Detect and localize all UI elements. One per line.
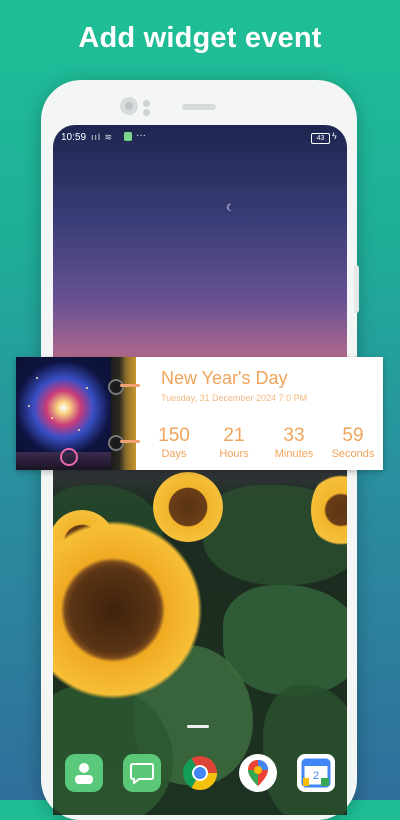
countdown-label: Seconds <box>331 448 375 460</box>
headline: Add widget event <box>78 22 322 54</box>
binder-ring-bar <box>120 384 140 387</box>
countdown-value: 33 <box>283 425 305 446</box>
sensor <box>143 100 150 107</box>
charging-icon: ϟ <box>332 131 337 141</box>
countdown-seconds: 59 Seconds <box>323 425 383 461</box>
spark <box>36 377 38 379</box>
event-widget[interactable]: New Year's Day Tuesday, 31 December 2024… <box>16 357 383 470</box>
spark <box>86 387 88 389</box>
event-title: New Year's Day <box>161 368 288 388</box>
calendar-day: 2 <box>313 770 319 782</box>
spark <box>28 405 30 407</box>
messages-glyph <box>130 763 154 784</box>
front-camera <box>120 97 138 115</box>
home-handle[interactable] <box>187 725 209 728</box>
countdown-value: 21 <box>223 425 245 446</box>
binder-ring <box>108 435 124 451</box>
calendar-glyph: 2 <box>301 758 331 788</box>
binder-ring <box>108 379 124 395</box>
countdown-label: Days <box>161 448 187 460</box>
binder-ring-bar <box>120 440 140 443</box>
notification-app-icon <box>124 132 132 141</box>
spark <box>78 429 80 431</box>
calendar-icon[interactable]: 2 <box>297 754 335 792</box>
sensor <box>143 109 150 116</box>
more-notifications-icon: ··· <box>136 130 146 141</box>
chrome-glyph <box>183 756 217 790</box>
phone-side-button <box>354 265 359 313</box>
signal-wifi-icon: ııl ≋ <box>91 132 114 142</box>
maps-glyph <box>248 760 268 786</box>
fireworks-photo <box>16 357 111 470</box>
ferris-wheel <box>60 448 78 466</box>
maps-icon[interactable] <box>239 754 277 792</box>
contacts-glyph <box>75 763 93 784</box>
countdown-label: Hours <box>219 448 249 460</box>
battery-icon: 43 <box>311 133 330 144</box>
contacts-icon[interactable] <box>65 754 103 792</box>
binder-strip <box>111 357 136 470</box>
chrome-icon[interactable] <box>181 754 219 792</box>
countdown-label: Minutes <box>274 448 314 460</box>
speaker <box>182 104 216 110</box>
status-bar: 10:59 ııl ≋ ··· 43 ϟ <box>53 125 347 149</box>
countdown-hours: 21 Hours <box>204 425 264 461</box>
status-time: 10:59 <box>61 132 87 143</box>
countdown-value: 59 <box>342 425 364 446</box>
event-date: Tuesday, 31 December 2024 7:0 PM <box>161 393 308 403</box>
wallpaper-leaf <box>263 685 347 815</box>
countdown-days: 150 Days <box>144 425 204 461</box>
phone-screen: 10:59 ııl ≋ ··· 43 ϟ ☾ <box>53 125 347 815</box>
countdown-value: 150 <box>158 425 190 446</box>
moon-icon: ☾ <box>226 203 235 214</box>
spark <box>51 417 53 419</box>
countdown-minutes: 33 Minutes <box>264 425 324 461</box>
messages-icon[interactable] <box>123 754 161 792</box>
